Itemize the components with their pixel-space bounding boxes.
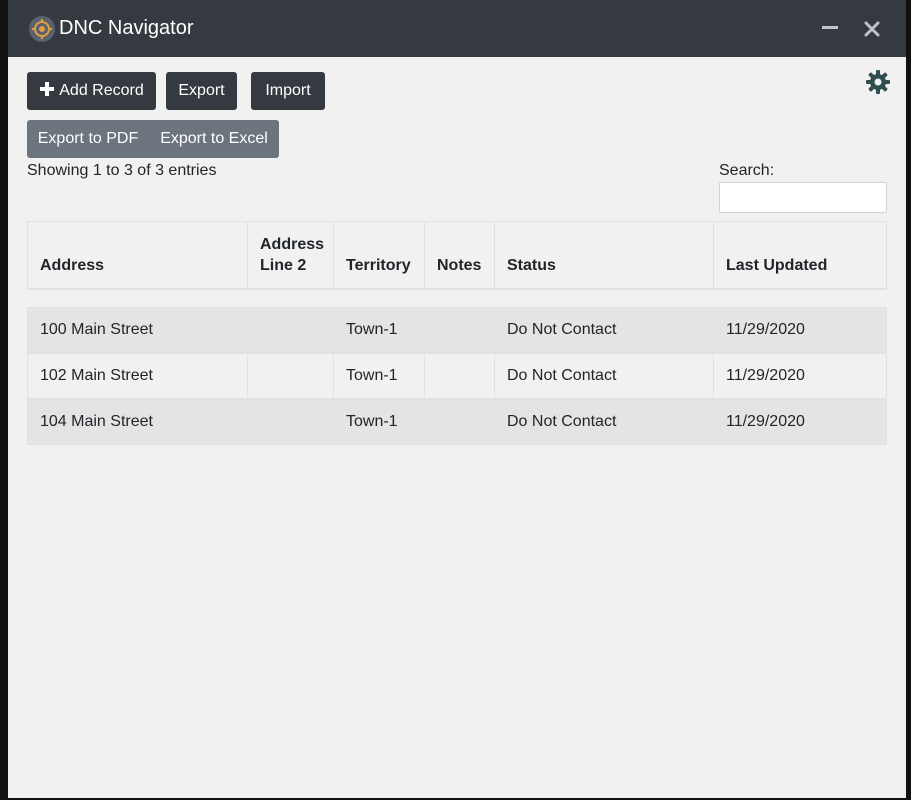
column-header-address-line-2[interactable]: Address Line 2: [248, 222, 334, 289]
cell-last-updated: 11/29/2020: [726, 321, 805, 338]
cell-last-updated: 11/29/2020: [726, 413, 805, 430]
export-to-excel-button[interactable]: Export to Excel: [149, 120, 279, 158]
title-bar: DNC Navigator: [8, 0, 906, 57]
minimize-button[interactable]: [817, 16, 843, 42]
cell-address: 100 Main Street: [28, 308, 248, 352]
cell-territory: Town-1: [334, 354, 425, 398]
export-button-group: Export to PDF Export to Excel: [27, 120, 279, 158]
cell-address-line-2: [248, 400, 334, 444]
cell-notes: [425, 308, 495, 352]
add-record-label: Add Record: [59, 82, 144, 99]
table-row[interactable]: 104 Main Street Town-1 Do Not Contact 11…: [27, 399, 887, 445]
cell-territory: Town-1: [334, 308, 425, 352]
cell-address-line-2: [248, 308, 334, 352]
plus-icon: [40, 82, 55, 96]
cell-last-updated: 11/29/2020: [726, 367, 805, 384]
column-header-territory[interactable]: Territory: [334, 222, 425, 289]
app-window: DNC Navigator Add Record Export Import E…: [8, 0, 906, 798]
minimize-icon: [822, 26, 838, 29]
cell-status: Do Not Contact: [495, 400, 714, 444]
export-to-pdf-button[interactable]: Export to PDF: [27, 120, 149, 158]
gear-icon[interactable]: [865, 69, 891, 95]
close-button[interactable]: [859, 16, 885, 42]
cell-address: 104 Main Street: [28, 400, 248, 444]
cell-notes: [425, 400, 495, 444]
table-row[interactable]: 102 Main Street Town-1 Do Not Contact 11…: [27, 353, 887, 399]
cell-territory: Town-1: [334, 400, 425, 444]
cell-notes: [425, 354, 495, 398]
cell-address: 102 Main Street: [28, 354, 248, 398]
search-label: Search:: [719, 162, 775, 179]
column-header-address[interactable]: Address: [28, 222, 248, 289]
table-header: Address Address Line 2 Territory Notes S…: [27, 221, 887, 290]
column-header-notes[interactable]: Notes: [425, 222, 495, 289]
table-row[interactable]: 100 Main Street Town-1 Do Not Contact 11…: [27, 307, 887, 353]
export-button[interactable]: Export: [166, 72, 237, 110]
column-header-last-updated[interactable]: Last Updated: [714, 222, 886, 289]
cell-status: Do Not Contact: [495, 308, 714, 352]
window-title: DNC Navigator: [59, 17, 194, 39]
search-input[interactable]: [719, 182, 887, 213]
app-logo-icon: [29, 16, 55, 42]
cell-address-line-2: [248, 354, 334, 398]
close-icon: [864, 21, 880, 37]
cell-status: Do Not Contact: [495, 354, 714, 398]
column-header-status[interactable]: Status: [495, 222, 714, 289]
add-record-button[interactable]: Add Record: [27, 72, 156, 110]
table-info: Showing 1 to 3 of 3 entries: [27, 162, 217, 179]
import-button[interactable]: Import: [251, 72, 325, 110]
